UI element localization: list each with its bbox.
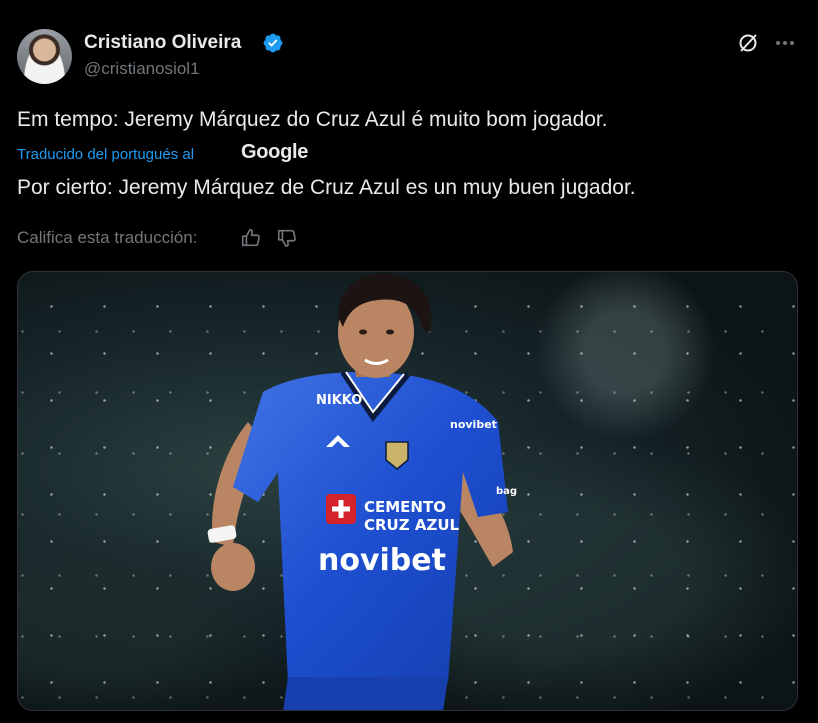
- google-logo: Google: [241, 141, 309, 163]
- rate-translation-label: Califica esta traducción:: [17, 228, 198, 247]
- post-media-image[interactable]: CEMENTO CRUZ AZUL novibet NIKKO novibet …: [17, 271, 798, 711]
- post-original-text: Em tempo: Jeremy Márquez do Cruz Azul é …: [17, 108, 608, 131]
- translated-by-link[interactable]: Traducido del portugués al: [17, 146, 194, 163]
- avatar[interactable]: [17, 29, 72, 84]
- jersey-chest-right-brand: novibet: [450, 418, 497, 431]
- more-options-icon[interactable]: [773, 31, 797, 55]
- jersey-sleeve-text: bag: [496, 486, 517, 497]
- jersey-main-sponsor: novibet: [318, 543, 446, 578]
- jersey-sponsor-badge-line1: CEMENTO: [364, 498, 446, 516]
- football-player-photo: CEMENTO CRUZ AZUL novibet NIKKO novibet …: [207, 273, 517, 710]
- author-handle[interactable]: @cristianosiol1: [84, 59, 200, 79]
- post-translated-text: Por cierto: Jeremy Márquez de Cruz Azul …: [17, 176, 636, 199]
- jersey-shoulder-brand: NIKKO: [316, 393, 362, 408]
- verified-badge-icon: [263, 33, 283, 53]
- author-name[interactable]: Cristiano Oliveira: [84, 32, 241, 54]
- thumb-up-icon[interactable]: [240, 227, 262, 249]
- thumb-down-icon[interactable]: [276, 227, 298, 249]
- grok-icon[interactable]: [736, 31, 760, 55]
- jersey-sponsor-badge-line2: CRUZ AZUL: [364, 516, 460, 534]
